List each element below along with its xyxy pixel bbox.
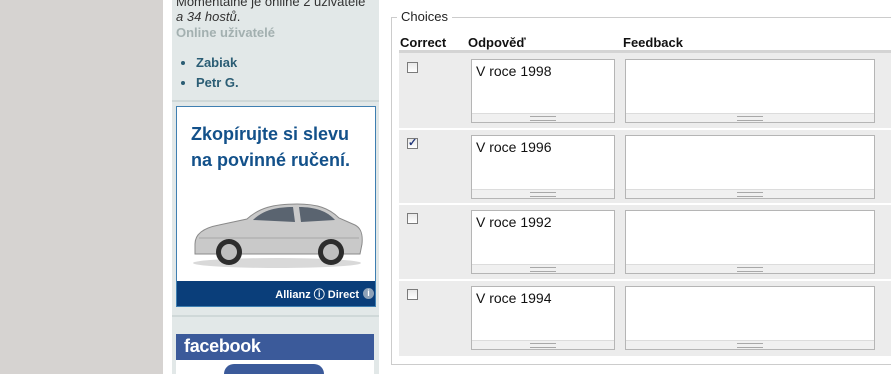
resize-grip-icon[interactable] [472,113,614,122]
online-user-link[interactable]: Zabiak [196,53,239,73]
facebook-logo[interactable]: facebook [184,336,261,357]
answer-text: V roce 1996 [476,139,552,155]
answer-text: V roce 1994 [476,290,552,306]
sidebar-divider [172,100,379,102]
online-status-text: Momentálně je online 2 uživatelé a 34 ho… [176,0,381,24]
online-user-link[interactable]: Petr G. [196,73,239,93]
answer-text: V roce 1998 [476,63,552,79]
row-separator [399,128,891,130]
online-users-heading: Online uživatelé [176,25,275,40]
resize-grip-icon[interactable] [626,264,874,273]
feedback-textarea[interactable] [625,286,875,350]
insurance-ad-banner[interactable]: Zkopírujte si slevu na povinné ručení. A… [176,106,376,307]
resize-grip-icon[interactable] [626,113,874,122]
resize-grip-icon[interactable] [472,264,614,273]
ad-headline: Zkopírujte si slevu na povinné ručení. [191,124,351,170]
ad-brand-logo: Allianz ⓘ Direct [275,289,359,301]
row-separator [399,203,891,205]
sidebar-divider [172,315,379,317]
answer-text: V roce 1992 [476,214,552,230]
info-icon[interactable]: i [363,288,374,299]
answer-textarea[interactable]: V roce 1998 [471,59,615,123]
column-header-answer: Odpověď [468,35,526,50]
answer-textarea[interactable]: V roce 1996 [471,135,615,199]
answer-textarea[interactable]: V roce 1992 [471,210,615,274]
resize-grip-icon[interactable] [626,189,874,198]
online-status-period: . [236,9,241,24]
row-separator [399,279,891,281]
facebook-like-button[interactable] [224,364,324,374]
column-header-correct: Correct [400,35,447,50]
feedback-textarea[interactable] [625,135,875,199]
feedback-textarea[interactable] [625,59,875,123]
facebook-widget: facebook [176,334,374,374]
correct-checkbox-checked[interactable] [407,136,418,149]
resize-grip-icon[interactable] [472,189,614,198]
column-header-feedback: Feedback [623,35,683,50]
online-status-line-1: Momentálně je online 2 uživatelé [176,0,366,9]
resize-grip-icon[interactable] [472,340,614,349]
correct-checkbox[interactable] [407,213,418,224]
car-image [193,203,363,268]
online-users-list: Zabiak Petr G. [176,53,239,93]
choices-legend: Choices [397,9,452,24]
feedback-textarea[interactable] [625,210,875,274]
correct-checkbox[interactable] [407,289,418,300]
ad-footer: Allianz ⓘ Direct i [177,281,375,306]
online-guests-count: a 34 hostů [176,9,237,24]
online-status-line-2: a 34 hostů. [176,9,381,24]
facebook-header: facebook [176,334,374,360]
correct-checkbox[interactable] [407,62,418,73]
answer-textarea[interactable]: V roce 1994 [471,286,615,350]
resize-grip-icon[interactable] [626,340,874,349]
